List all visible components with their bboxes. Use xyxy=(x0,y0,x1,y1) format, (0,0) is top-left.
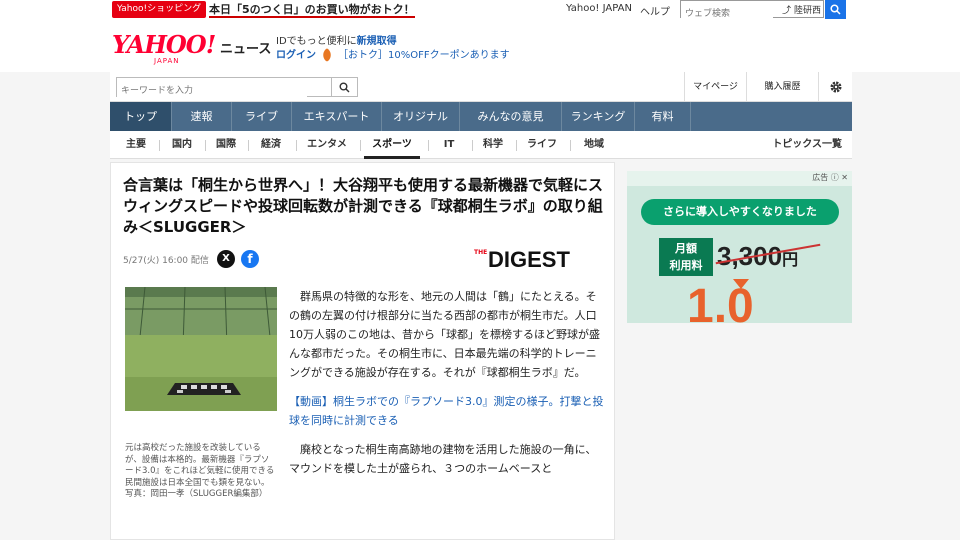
sub-international[interactable]: 国際 xyxy=(210,131,242,159)
separator xyxy=(516,140,517,151)
article-title: 合言葉は「桐生から世界へ」！大谷翔平も使用する最新機器で気軽にスウィングスピード… xyxy=(123,176,604,236)
separator xyxy=(205,140,206,151)
ad-headline: さらに導入しやすくなりました xyxy=(641,199,839,225)
sub-science[interactable]: 科学 xyxy=(476,131,510,159)
paragraph: 群馬県の特徴的な形を、地元の人間は「鶴」にたとえる。その鶴の左翼の付け根部分に当… xyxy=(289,290,600,379)
nav-ranking[interactable]: ランキング xyxy=(562,102,635,131)
separator xyxy=(360,140,361,151)
article-body: 群馬県の特徴的な形を、地元の人間は「鶴」にたとえる。その鶴の左翼の付け根部分に当… xyxy=(289,287,607,488)
promo-link[interactable]: 本日「5のつく日」のお買い物がおトク！ xyxy=(209,3,415,18)
search-row: マイページ 購入履歴 xyxy=(110,72,852,102)
ad-banner[interactable]: 広告 ⓘ ✕ さらに導入しやすくなりました 月額 利用料 3,300円 1.0 xyxy=(627,171,852,323)
search-icon xyxy=(339,82,350,93)
shopping-badge[interactable]: Yahoo!ショッピング xyxy=(112,1,207,18)
sub-economy[interactable]: 経済 xyxy=(253,131,289,159)
purchase-history-link[interactable]: 購入履歴 xyxy=(746,72,818,102)
login-row: ログイン ［おトク］10%OFFクーポンあります xyxy=(276,46,510,63)
ad-label[interactable]: 広告 ⓘ ✕ xyxy=(812,172,848,183)
settings-button[interactable] xyxy=(818,72,852,102)
keyword-search-box xyxy=(116,77,332,100)
separator xyxy=(472,140,473,151)
sub-region[interactable]: 地域 xyxy=(574,131,614,159)
nav-original[interactable]: オリジナル xyxy=(382,102,460,131)
category-nav: 主要 国内 国際 経済 エンタメ スポーツ IT 科学 ライフ 地域 トピックス… xyxy=(110,131,852,159)
separator xyxy=(159,140,160,151)
separator xyxy=(428,140,429,151)
ad-fee-box: 月額 利用料 xyxy=(659,238,713,276)
nav-expert[interactable]: エキスパート xyxy=(292,102,382,131)
sub-sports[interactable]: スポーツ xyxy=(364,131,420,159)
digest-the: THE xyxy=(474,249,488,256)
article-photo[interactable] xyxy=(125,287,277,411)
separator xyxy=(296,140,297,151)
digest-wordmark: DIGEST xyxy=(488,247,570,272)
main-nav: トップ 速報 ライブ エキスパート オリジナル みんなの意見 ランキング 有料 xyxy=(110,102,852,131)
web-search-box: ⤴ 陸研西 xyxy=(680,0,824,22)
separator xyxy=(570,140,571,151)
search-icon xyxy=(830,4,841,15)
article-date: 5/27(火) 16:00 配信 xyxy=(123,256,209,266)
ad-box-line2: 利用料 xyxy=(669,259,703,272)
ad-big-number: 1.0 xyxy=(687,280,754,324)
sub-entertainment[interactable]: エンタメ xyxy=(300,131,354,159)
page: Yahoo!ショッピング 本日「5のつく日」のお買い物がおトク！ Yahoo! … xyxy=(0,0,960,540)
nav-opinions[interactable]: みんなの意見 xyxy=(460,102,562,131)
yahoo-news-logo[interactable]: YAHOO! JAPAN ニュース xyxy=(112,30,271,65)
ad-header: 広告 ⓘ ✕ xyxy=(627,171,852,186)
keyword-input[interactable] xyxy=(117,82,307,100)
sub-it[interactable]: IT xyxy=(432,131,466,159)
coupon-link[interactable]: ［おトク］10%OFFクーポンあります xyxy=(338,50,510,61)
nav-paid[interactable]: 有料 xyxy=(635,102,691,131)
help-link[interactable]: ヘルプ xyxy=(640,3,670,18)
logo-news: ニュース xyxy=(220,42,272,57)
mypage-link[interactable]: マイページ xyxy=(684,72,746,102)
id-promo: IDでもっと便利に新規取得 xyxy=(276,32,397,47)
facebook-share-icon[interactable]: f xyxy=(241,250,259,268)
header: YAHOO! JAPAN ニュース IDでもっと便利に新規取得 ログイン ［おトク… xyxy=(0,20,960,72)
nav-breaking[interactable]: 速報 xyxy=(172,102,232,131)
gear-icon xyxy=(830,81,842,93)
photo-illustration xyxy=(125,287,277,411)
promo-bar: Yahoo!ショッピング 本日「5のつく日」のお買い物がおトク！ Yahoo! … xyxy=(0,0,960,22)
search-suggest-label[interactable]: ⤴ 陸研西 xyxy=(782,3,821,16)
ad-price-unit: 円 xyxy=(782,252,799,269)
photo-caption: 元は高校だった施設を改装しているが、設備は本格的。最新機器『ラプソード3.0』を… xyxy=(125,443,275,499)
web-search-button[interactable] xyxy=(825,0,846,19)
yahoo-japan-link[interactable]: Yahoo! JAPAN xyxy=(566,3,632,14)
nav-top[interactable]: トップ xyxy=(110,102,172,131)
logo-text: YAHOO! xyxy=(112,30,216,59)
keyword-search-button[interactable] xyxy=(332,77,358,97)
sub-life[interactable]: ライフ xyxy=(520,131,564,159)
x-share-icon[interactable]: X xyxy=(217,250,235,268)
ad-box-line1: 月額 xyxy=(675,242,697,255)
separator xyxy=(248,140,249,151)
paragraph: 廃校となった桐生南高跡地の建物を活用した施設の一角に、マウンドを模した土が盛られ… xyxy=(289,443,597,475)
video-link[interactable]: 【動画】桐生ラボでの『ラプソード3.0』測定の様子。打撃と投球を同時に計測できる xyxy=(289,392,607,430)
sub-main[interactable]: 主要 xyxy=(118,131,154,159)
topics-list-link[interactable]: トピックス一覧 xyxy=(772,131,842,159)
rocket-icon xyxy=(319,47,335,63)
article: 合言葉は「桐生から世界へ」！大谷翔平も使用する最新機器で気軽にスウィングスピード… xyxy=(110,162,615,540)
login-link[interactable]: ログイン xyxy=(276,50,316,61)
nav-live[interactable]: ライブ xyxy=(232,102,292,131)
logo-sub: JAPAN xyxy=(154,57,180,65)
sub-domestic[interactable]: 国内 xyxy=(164,131,200,159)
